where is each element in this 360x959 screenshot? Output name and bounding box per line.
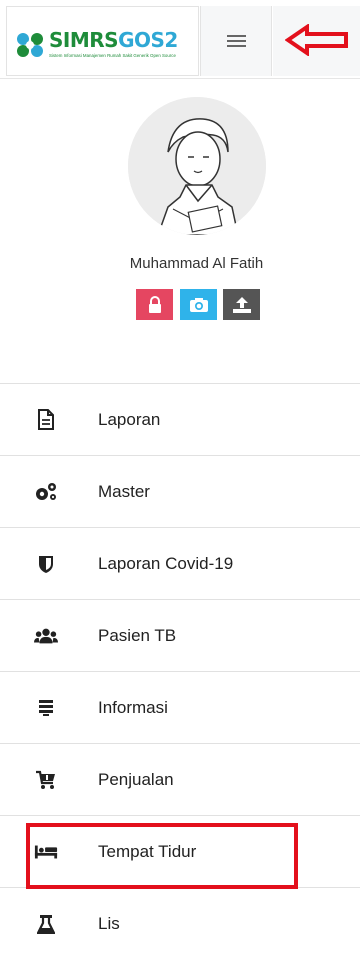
hamburger-icon xyxy=(226,34,246,48)
logo-subtitle: Sistem Informasi Manajemen Rumah Sakit G… xyxy=(49,53,176,58)
flask-icon xyxy=(34,913,58,935)
menu-item-informasi[interactable]: Informasi xyxy=(0,671,360,743)
logo-emblem-icon xyxy=(17,33,43,57)
menu-item-label: Master xyxy=(98,481,150,501)
list-icon xyxy=(34,697,58,719)
avatar[interactable] xyxy=(128,97,266,235)
users-icon xyxy=(34,625,58,647)
avatar-sketch-icon xyxy=(128,97,266,235)
shield-icon xyxy=(34,553,58,575)
camera-button[interactable] xyxy=(180,289,217,320)
lock-icon xyxy=(148,295,161,313)
menu-item-label: Pasien TB xyxy=(98,625,177,645)
menu-item-master[interactable]: Master xyxy=(0,455,360,527)
logo-text: SIMRSGOS2 xyxy=(49,28,178,52)
upload-button[interactable] xyxy=(223,289,260,320)
menu-toggle-button[interactable] xyxy=(200,6,272,76)
menu-item-lis[interactable]: Lis xyxy=(0,887,360,959)
menu-item-pasien-tb[interactable]: Pasien TB xyxy=(0,599,360,671)
menu-item-penjualan[interactable]: Penjualan xyxy=(0,743,360,815)
menu-item-label: Lis xyxy=(98,913,120,933)
menu-item-label: Laporan xyxy=(98,409,161,429)
user-name: Muhammad Al Fatih xyxy=(129,255,264,272)
menu-item-label: Penjualan xyxy=(98,769,174,789)
lock-button[interactable] xyxy=(136,289,173,320)
highlight-annotation-box xyxy=(26,823,298,889)
menu-item-label: Informasi xyxy=(98,697,168,717)
menu-item-label: Laporan Covid-19 xyxy=(98,553,234,573)
logo[interactable]: SIMRSGOS2 Sistem Informasi Manajemen Rum… xyxy=(6,6,199,76)
file-text-icon xyxy=(34,409,58,431)
cogs-icon xyxy=(34,481,58,503)
top-bar: SIMRSGOS2 Sistem Informasi Manajemen Rum… xyxy=(0,0,360,79)
cart-icon xyxy=(34,769,58,791)
menu-item-laporan[interactable]: Laporan xyxy=(0,383,360,455)
menu-item-laporan-covid[interactable]: Laporan Covid-19 xyxy=(0,527,360,599)
upload-icon xyxy=(232,296,251,313)
annotation-arrow-icon xyxy=(285,24,348,56)
camera-icon xyxy=(189,297,208,312)
